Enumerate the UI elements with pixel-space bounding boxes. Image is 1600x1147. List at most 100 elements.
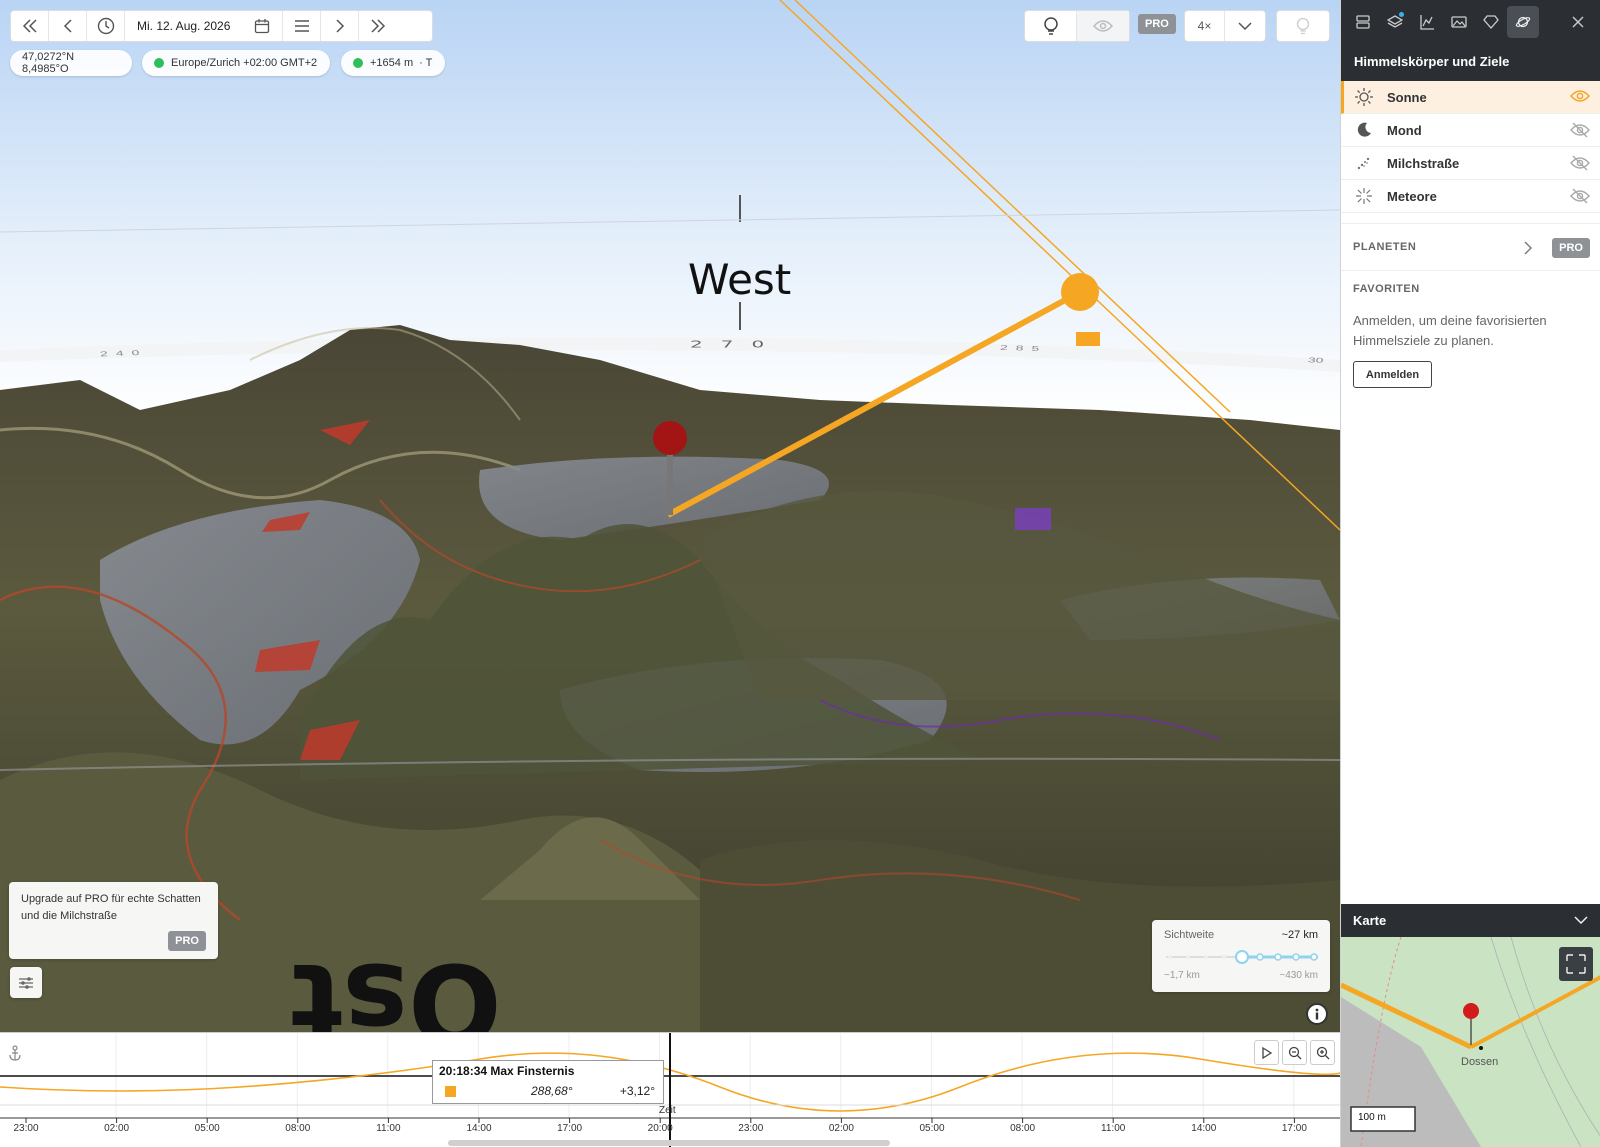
planet-icon	[1515, 16, 1531, 28]
celestial-item-milchstrasse[interactable]: Milchstraße	[1341, 147, 1600, 180]
favorites-text: Anmelden, um deine favorisierten Himmels…	[1353, 313, 1547, 349]
sliders-icon	[19, 976, 33, 989]
speed-selector[interactable]: 4×	[1184, 10, 1266, 42]
visibility-slider[interactable]	[1164, 950, 1320, 964]
zoom-in-icon	[1316, 1046, 1329, 1059]
eye-icon	[1093, 20, 1113, 32]
image-icon	[1451, 16, 1467, 28]
time-tick-label: 02:00	[104, 1123, 130, 1134]
planets-section[interactable]: PLANETEN PRO	[1341, 223, 1600, 271]
expand-map-button	[1559, 947, 1593, 981]
time-tick-label: 23:00	[13, 1123, 39, 1134]
upgrade-text: Upgrade auf PRO für echte Schatten und d…	[21, 893, 201, 922]
visibility-toggle-button[interactable]	[1077, 11, 1129, 41]
speed-dropdown[interactable]	[1225, 11, 1265, 41]
timeline[interactable]: 20:18:34 Max Finsternis 288,68° +3,12° Z…	[0, 1032, 1340, 1147]
visibility-min: ~1,7 km	[1164, 970, 1200, 981]
tooltip-title: 20:18:34 Max Finsternis	[439, 1064, 575, 1078]
celestial-item-mond[interactable]: Mond	[1341, 114, 1600, 147]
zoom-out-button[interactable]	[1282, 1040, 1307, 1065]
chevron-left-icon	[63, 19, 72, 33]
anchor-icon[interactable]	[8, 1045, 22, 1061]
panel-title: Himmelskörper und Ziele	[1341, 44, 1600, 81]
time-tick-label: 14:00	[1191, 1123, 1217, 1134]
side-panel: Himmelskörper und Ziele Sonne Mond Milch…	[1340, 0, 1600, 904]
diamond-icon	[1483, 15, 1499, 29]
celestial-item-label: Milchstraße	[1387, 155, 1460, 171]
zoom-out-icon	[1288, 1046, 1301, 1059]
stack-icon	[1356, 15, 1370, 29]
calendar-icon	[254, 19, 270, 34]
favorites-label: FAVORITEN	[1353, 283, 1420, 295]
eye-icon[interactable]	[1570, 89, 1590, 103]
eye-off-icon[interactable]	[1570, 155, 1590, 171]
settings-sliders-button[interactable]	[10, 967, 42, 998]
time-tick-label: 17:00	[1281, 1123, 1307, 1134]
login-button[interactable]: Anmelden	[1353, 361, 1432, 389]
time-tick-label: 17:00	[557, 1123, 583, 1134]
upgrade-pro-button[interactable]: PRO	[168, 931, 206, 951]
celestial-item-meteore[interactable]: Meteore	[1341, 180, 1600, 213]
jump-forward-button[interactable]	[359, 11, 397, 41]
terrain-render	[0, 0, 1340, 1032]
tab-layers-list[interactable]	[1347, 6, 1379, 38]
elevation-pill[interactable]: +1654 m · T	[341, 50, 445, 76]
tab-shield[interactable]	[1475, 6, 1507, 38]
tooltip-altitude: +3,12°	[619, 1084, 655, 1098]
sun-icon	[1355, 88, 1373, 106]
play-icon	[1261, 1046, 1272, 1059]
jump-back-button[interactable]	[11, 11, 49, 41]
visibility-slider-thumb	[1235, 950, 1249, 964]
celestial-item-label: Meteore	[1387, 188, 1437, 204]
celestial-item-label: Sonne	[1387, 89, 1427, 105]
celestial-item-sonne[interactable]: Sonne	[1341, 81, 1600, 114]
milky-way-icon	[1357, 157, 1370, 170]
coordinates-pill[interactable]: 47,0272°N 8,4985°O	[10, 50, 132, 76]
visibility-max: ~430 km	[1279, 970, 1318, 981]
chevron-right-icon	[1524, 241, 1532, 255]
time-axis-label: Zeit	[659, 1105, 676, 1116]
time-tick-label: 20:00	[647, 1123, 673, 1134]
meteor-icon	[1356, 188, 1372, 204]
date-picker[interactable]: Mi. 12. Aug. 2026	[125, 11, 283, 41]
planets-pro-badge[interactable]: PRO	[1552, 238, 1590, 258]
tab-celestial[interactable]	[1507, 6, 1539, 38]
timezone-pill[interactable]: Europe/Zurich +02:00 GMT+2	[142, 50, 330, 76]
compass-tick-240: 240	[99, 348, 148, 358]
time-tick-label: 11:00	[376, 1123, 401, 1134]
map-title: Karte	[1353, 913, 1387, 928]
map-scale: 100 m	[1358, 1112, 1386, 1123]
now-button[interactable]	[87, 11, 125, 41]
tooltip-color-swatch	[445, 1086, 456, 1097]
panel-tab-bar	[1341, 0, 1600, 44]
previous-day-button[interactable]	[49, 11, 87, 41]
hint-button[interactable]	[1276, 10, 1330, 42]
location-pin-button[interactable]	[1025, 11, 1078, 41]
tab-elevation[interactable]	[1411, 6, 1443, 38]
time-tick-label: 08:00	[1010, 1123, 1036, 1134]
menu-button[interactable]	[283, 11, 321, 41]
chevron-right-icon	[335, 19, 344, 33]
tab-panorama[interactable]	[1443, 6, 1475, 38]
eclipse-tooltip: 20:18:34 Max Finsternis 288,68° +3,12°	[432, 1060, 664, 1104]
clock-icon	[97, 17, 114, 35]
close-panel-button[interactable]	[1562, 6, 1594, 38]
eye-off-icon[interactable]	[1570, 122, 1590, 138]
zoom-in-button[interactable]	[1310, 1040, 1335, 1065]
lightbulb-icon	[1296, 17, 1310, 35]
play-button[interactable]	[1254, 1040, 1279, 1065]
chevron-down-icon	[1238, 22, 1252, 30]
eye-off-icon[interactable]	[1570, 188, 1590, 204]
date-value: Mi. 12. Aug. 2026	[137, 19, 231, 33]
info-icon	[1315, 1008, 1319, 1020]
celestial-item-label: Mond	[1387, 122, 1422, 138]
info-button[interactable]	[1306, 1003, 1328, 1025]
pro-badge-top[interactable]: PRO	[1138, 14, 1176, 34]
next-day-button[interactable]	[321, 11, 359, 41]
status-dot-icon	[353, 58, 363, 68]
tab-layers[interactable]	[1379, 6, 1411, 38]
chevron-down-icon	[1574, 916, 1588, 924]
close-icon	[1572, 16, 1584, 28]
terrain-3d-view[interactable]: West 270 240 285 30 Ost Mi. 12. Aug. 202…	[0, 0, 1340, 1032]
map-header[interactable]: Karte	[1341, 904, 1600, 937]
